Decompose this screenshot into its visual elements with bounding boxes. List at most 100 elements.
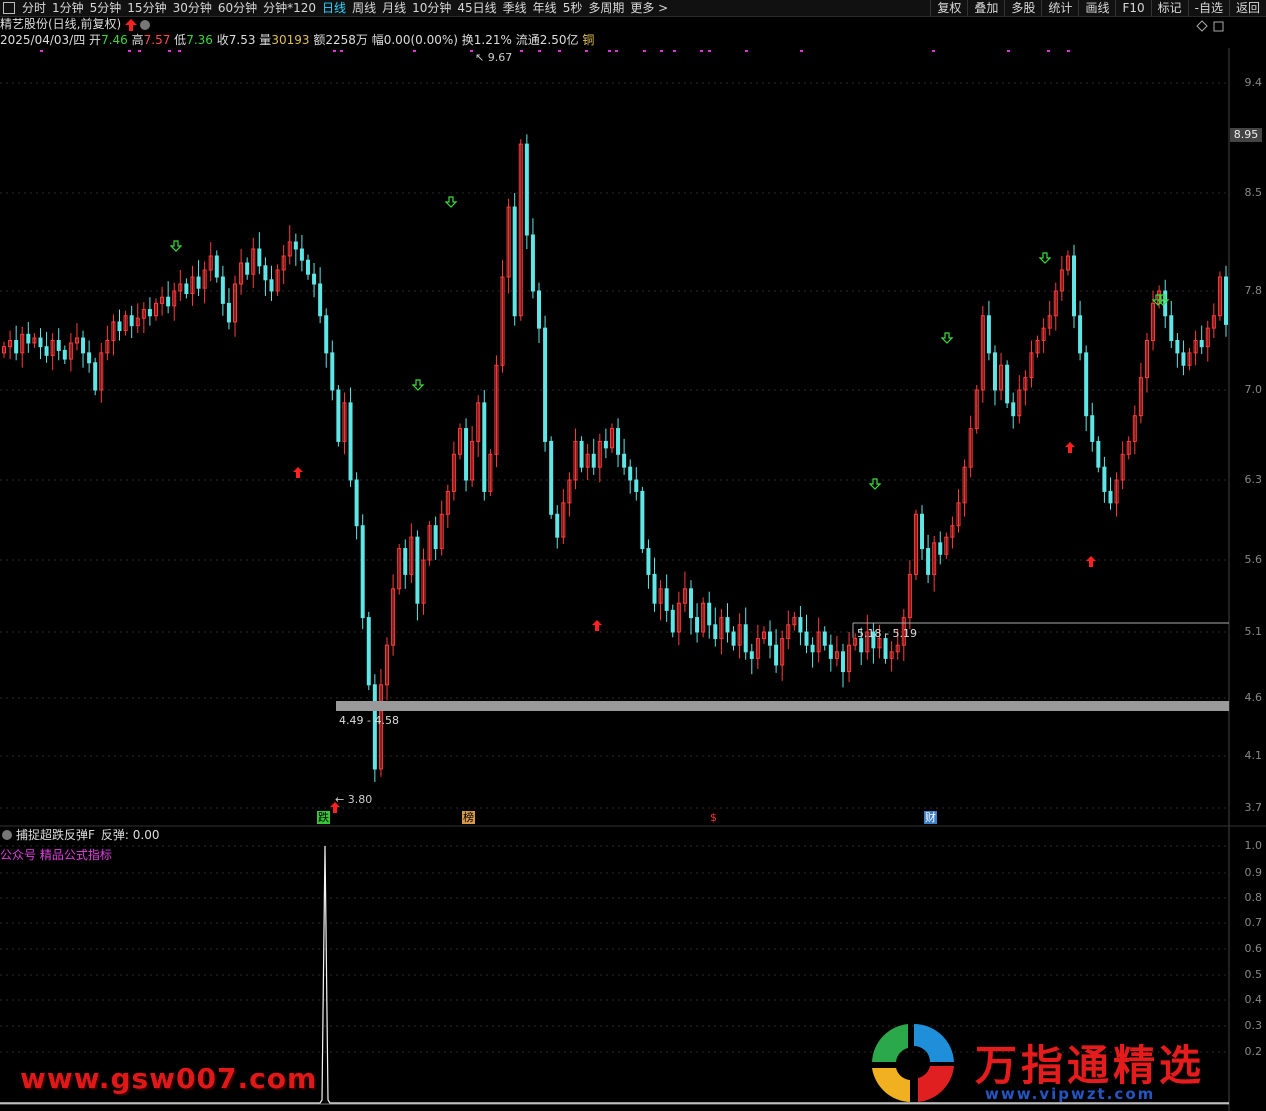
sell-arrow-icon <box>444 196 458 208</box>
candle-body <box>883 638 888 659</box>
period-tab-9[interactable]: 月线 <box>379 0 409 16</box>
event-marker-fall[interactable]: 跌 <box>317 811 330 824</box>
period-tab-8[interactable]: 周线 <box>349 0 379 16</box>
period-tab-1[interactable]: 1分钟 <box>49 0 87 16</box>
period-tab-14[interactable]: 5秒 <box>560 0 586 16</box>
period-tab-13[interactable]: 年线 <box>530 0 560 16</box>
candle-body <box>530 234 535 292</box>
candle-body <box>822 631 827 646</box>
indicator-axis-tick: 0.7 <box>1244 916 1263 929</box>
change-value: 0.00(0.00%) <box>383 33 458 47</box>
candle-body <box>670 609 675 633</box>
candle-body <box>245 262 250 275</box>
candle-body <box>354 479 359 527</box>
options-icon[interactable] <box>140 19 151 30</box>
candle-body <box>1169 315 1174 341</box>
candle-body <box>646 548 651 575</box>
candle-body <box>707 602 712 626</box>
candle-body <box>810 644 815 653</box>
watermark-url: www.vipwzt.com <box>985 1085 1156 1103</box>
price-axis-tick: 5.1 <box>1244 625 1263 638</box>
tool-tab-1[interactable]: 叠加 <box>967 0 1004 16</box>
turnover-label: 换 <box>461 33 474 47</box>
indicator-axis-tick: 0.8 <box>1244 891 1263 904</box>
amount-value: 2258万 <box>325 33 368 47</box>
period-tab-3[interactable]: 15分钟 <box>124 0 169 16</box>
low-label: 低 <box>174 33 187 47</box>
candle-body <box>640 490 645 550</box>
candle-body <box>579 440 584 468</box>
candle-body <box>226 302 231 323</box>
signal-dot <box>470 50 473 52</box>
event-marker-dollar[interactable]: $ <box>710 811 717 824</box>
candle-body <box>293 241 298 250</box>
period-tab-16[interactable]: 更多 > <box>627 0 671 16</box>
candle-body <box>695 617 700 633</box>
candle-body <box>749 651 754 659</box>
candle-body <box>56 340 61 351</box>
candle-body <box>634 479 639 492</box>
period-tab-2[interactable]: 5分钟 <box>87 0 125 16</box>
candle-body <box>1224 276 1228 325</box>
diamond-icon[interactable] <box>1196 20 1208 32</box>
candle-body <box>87 352 92 364</box>
high-value: 7.57 <box>143 33 171 47</box>
event-marker-rank[interactable]: 榜 <box>462 811 475 824</box>
stock-title: 精艺股份(日线,前复权) <box>0 17 122 31</box>
sector-tag[interactable]: 铜 <box>582 33 594 47</box>
candle-body <box>44 346 49 356</box>
period-tab-10[interactable]: 10分钟 <box>409 0 454 16</box>
float-value: 2.50亿 <box>539 33 579 47</box>
candle-body <box>184 283 189 294</box>
period-tab-7[interactable]: 日线 <box>319 0 349 16</box>
candle-body <box>269 279 274 292</box>
tool-tab-0[interactable]: 复权 <box>930 0 967 16</box>
event-marker-finance[interactable]: 财 <box>924 811 937 824</box>
restore-icon[interactable] <box>1213 21 1224 32</box>
price-axis-tick: 7.0 <box>1244 383 1263 396</box>
candle-body <box>926 548 931 575</box>
candle-body <box>433 525 438 550</box>
candle-body <box>555 513 560 538</box>
candle-body <box>324 315 329 354</box>
tool-tab-6[interactable]: 标记 <box>1150 0 1188 16</box>
tool-tab-3[interactable]: 统计 <box>1041 0 1078 16</box>
tool-tab-2[interactable]: 多股 <box>1004 0 1041 16</box>
period-tab-0[interactable]: 分时 <box>19 0 49 16</box>
buy-arrow-icon <box>1086 556 1096 567</box>
tool-tab-7[interactable]: -自选 <box>1187 0 1229 16</box>
indicator-axis-tick: 0.2 <box>1244 1045 1263 1058</box>
period-tab-4[interactable]: 30分钟 <box>170 0 215 16</box>
watermark-left: www.gsw007.com <box>20 1062 318 1095</box>
period-tab-5[interactable]: 60分钟 <box>215 0 260 16</box>
candle-body <box>464 428 469 481</box>
candlestick-chart[interactable] <box>0 48 1266 828</box>
period-tab-6[interactable]: 分钟*120 <box>260 0 319 16</box>
signal-dot <box>700 50 703 52</box>
candle-body <box>543 327 548 442</box>
candle-body <box>214 255 219 278</box>
candle-body <box>336 389 341 442</box>
open-value: 7.46 <box>101 33 128 47</box>
price-axis-tick: 9.4 <box>1244 76 1263 89</box>
signal-dot <box>585 50 588 52</box>
indicator-axis-tick: 0.9 <box>1244 866 1263 879</box>
candle-body <box>14 340 19 354</box>
period-tab-11[interactable]: 45日线 <box>454 0 499 16</box>
tool-tab-5[interactable]: F10 <box>1115 0 1150 16</box>
close-label: 收 <box>216 33 229 47</box>
signal-dot <box>643 50 646 52</box>
candle-body <box>652 573 657 604</box>
tool-tab-8[interactable]: 返回 <box>1228 0 1266 16</box>
amount-label: 额 <box>313 33 326 47</box>
turnover-value: 1.21% <box>473 33 512 47</box>
up-arrow-icon <box>125 18 138 31</box>
window-menu-icon[interactable] <box>3 2 15 14</box>
tool-tab-4[interactable]: 画线 <box>1078 0 1115 16</box>
candle-body <box>403 548 408 575</box>
candle-body <box>768 631 773 646</box>
chart-title-bar: 精艺股份(日线,前复权) <box>0 17 152 32</box>
sell-arrow-icon <box>169 240 183 252</box>
period-tab-12[interactable]: 季线 <box>500 0 530 16</box>
period-tab-15[interactable]: 多周期 <box>585 0 627 16</box>
